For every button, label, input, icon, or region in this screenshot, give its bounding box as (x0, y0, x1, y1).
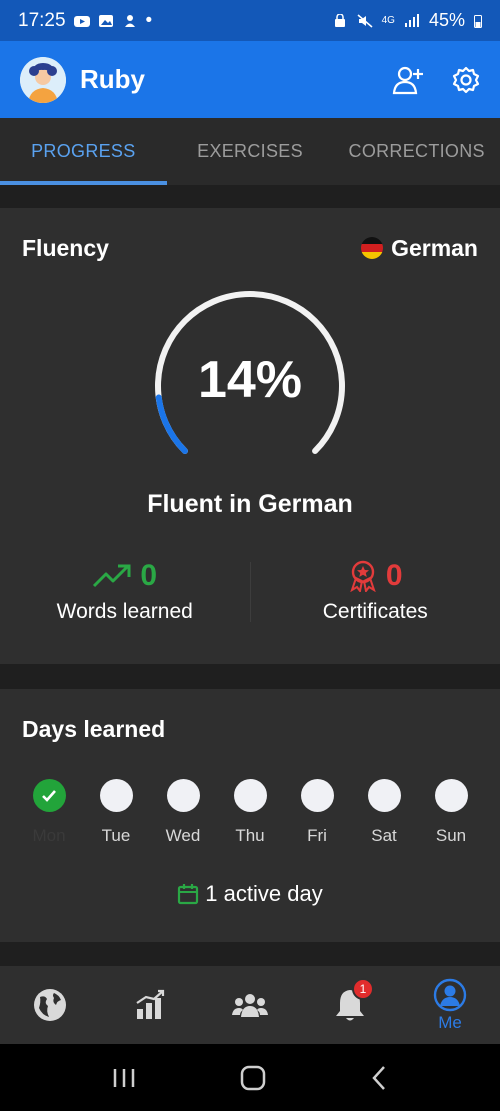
day-thu: Thu (223, 779, 277, 846)
fluency-card: Fluency German 14% Fluent in German 0 Wo… (0, 208, 500, 664)
day-wed-label: Wed (165, 826, 201, 845)
battery-percent: 45% (428, 10, 465, 30)
day-sun-label: Sun (435, 826, 467, 845)
nav-notifications[interactable]: 1 (300, 966, 400, 1044)
profile-icon (433, 978, 467, 1011)
vpn-icon (334, 13, 345, 27)
battery-icon (474, 14, 482, 28)
language-selector[interactable]: German (361, 235, 478, 262)
day-tue: Tue (89, 779, 143, 846)
status-bar: 17:25 • 4G 45% (0, 0, 500, 41)
tab-corrections-label: CORRECTIONS (348, 141, 485, 161)
words-learned-label: Words learned (56, 600, 193, 623)
day-mon: Mon (22, 779, 76, 846)
day-sun-circle (434, 779, 468, 812)
days-learned-title: Days learned (22, 715, 166, 742)
settings-icon[interactable] (452, 66, 480, 94)
words-learned-stat[interactable]: 0 Words learned (0, 558, 250, 628)
avatar-illustration (20, 56, 66, 103)
community-icon (232, 994, 268, 1017)
app-notification-icon (124, 14, 135, 27)
fluent-in-label: Fluent in German (147, 490, 353, 518)
app-bar: Ruby (0, 41, 500, 118)
nav-explore[interactable] (0, 966, 100, 1044)
checkmark-icon (42, 790, 56, 802)
active-days-label: 1 active day (205, 881, 323, 906)
nav-me[interactable]: Me (400, 966, 500, 1044)
status-time: 17:25 (18, 9, 66, 31)
signal-icon (404, 13, 419, 27)
tab-progress-label: PROGRESS (31, 141, 136, 161)
add-friend-icon[interactable] (392, 65, 424, 95)
back-icon[interactable] (369, 1064, 389, 1092)
fluency-stats: 0 Words learned 0 Certificates (0, 558, 500, 628)
fluency-title: Fluency (22, 234, 109, 261)
system-navigation-bar (0, 1044, 500, 1111)
day-thu-label: Thu (235, 826, 265, 845)
mute-icon (357, 13, 373, 28)
gallery-notification-icon (98, 14, 113, 27)
day-sat-circle (367, 779, 401, 812)
day-mon-circle (32, 779, 66, 812)
day-fri: Fri (290, 779, 344, 846)
day-sat: Sat (357, 779, 411, 846)
youtube-notification-icon (73, 15, 90, 27)
words-learned-count: 0 (140, 559, 158, 592)
certificate-medal-icon (350, 560, 376, 592)
day-thu-circle (233, 779, 267, 812)
notification-badge: 1 (352, 978, 374, 1000)
german-flag-icon (361, 237, 384, 259)
day-sun: Sun (424, 779, 478, 846)
active-days-summary: 1 active day (0, 881, 500, 907)
language-label: German (391, 234, 478, 261)
tab-exercises[interactable]: EXERCISES (167, 118, 334, 185)
day-tue-label: Tue (101, 826, 131, 845)
certificates-stat[interactable]: 0 Certificates (251, 558, 500, 628)
days-learned-card: Days learned Mon Tue Wed Thu Fri Sat Sun… (0, 689, 500, 942)
home-icon[interactable] (239, 1064, 267, 1092)
day-sat-label: Sat (371, 826, 397, 845)
network-type: 4G (381, 14, 395, 26)
tab-progress[interactable]: PROGRESS (0, 118, 167, 185)
bottom-navigation: 1 Me (0, 966, 500, 1044)
certificates-label: Certificates (322, 600, 428, 623)
trending-up-icon (93, 564, 131, 588)
nav-me-label: Me (438, 1012, 462, 1032)
day-tue-circle (99, 779, 133, 812)
week-days-row: Mon Tue Wed Thu Fri Sat Sun (22, 779, 478, 846)
nav-stats[interactable] (100, 966, 200, 1044)
avatar[interactable] (20, 56, 66, 103)
calendar-icon (178, 884, 199, 905)
fluency-percent: 14% (197, 351, 303, 409)
tab-corrections[interactable]: CORRECTIONS (333, 118, 500, 185)
tab-bar: PROGRESS EXERCISES CORRECTIONS (0, 118, 500, 185)
day-wed-circle (166, 779, 200, 812)
globe-icon (34, 989, 66, 1021)
nav-community[interactable] (200, 966, 300, 1044)
day-fri-label: Fri (307, 826, 327, 845)
day-mon-label: Mon (32, 826, 66, 845)
day-fri-circle (300, 779, 334, 812)
recent-apps-icon[interactable] (111, 1067, 137, 1089)
user-name: Ruby (80, 64, 145, 94)
stats-icon (136, 989, 165, 1019)
status-more-dot: • (145, 9, 153, 31)
tab-exercises-label: EXERCISES (197, 141, 303, 161)
day-wed: Wed (156, 779, 210, 846)
certificates-count: 0 (385, 559, 403, 592)
